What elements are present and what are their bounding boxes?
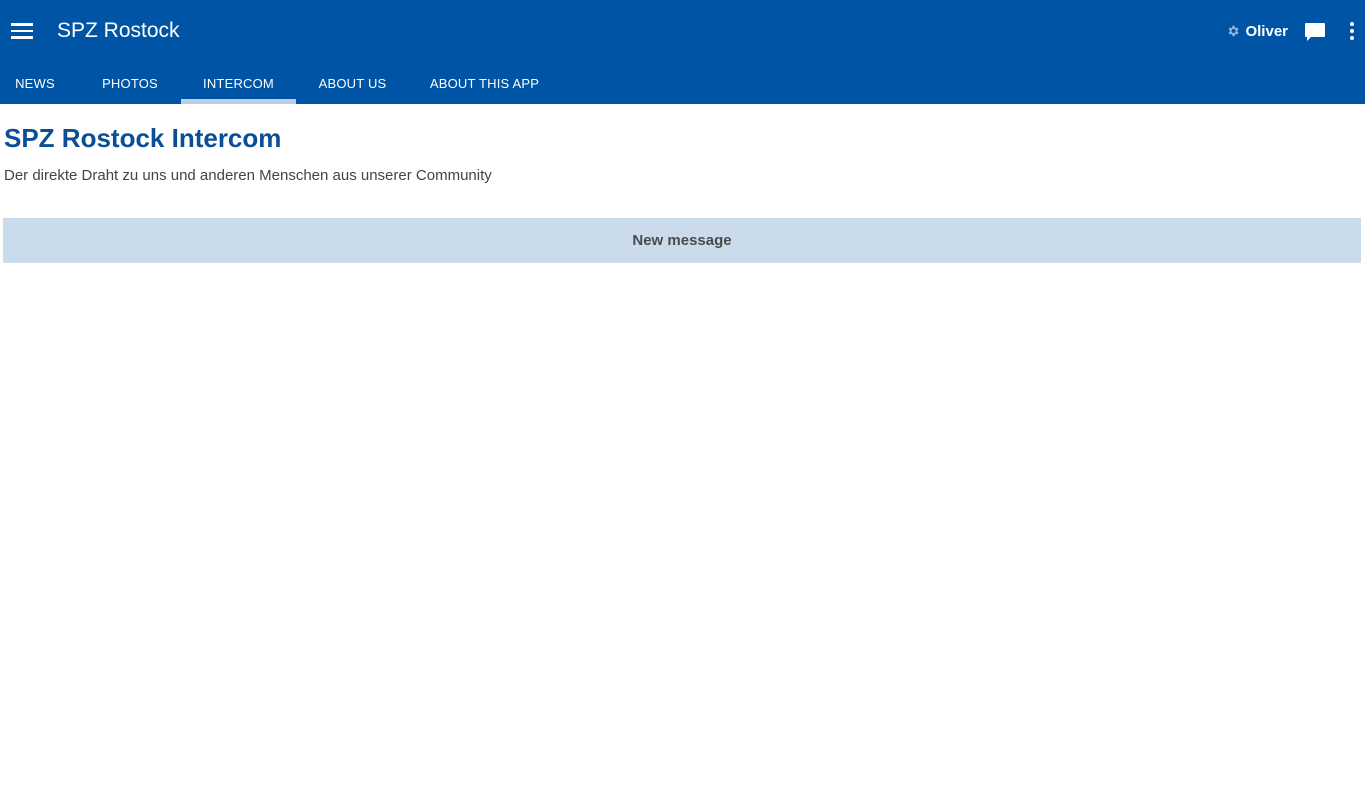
- new-message-button[interactable]: New message: [3, 218, 1361, 263]
- tab-about-us[interactable]: ABOUT US: [305, 62, 400, 104]
- app-title: SPZ Rostock: [57, 19, 180, 42]
- chat-bubble-icon[interactable]: [1303, 20, 1327, 44]
- tab-bar: NEWS PHOTOS INTERCOM ABOUT US ABOUT THIS…: [0, 62, 1365, 104]
- user-account-button[interactable]: Oliver: [1226, 20, 1288, 42]
- app-bar: SPZ Rostock Oliver NEWS PHOTOS INTERCOM …: [0, 0, 1365, 104]
- page-subtitle: Der direkte Draht zu uns und anderen Men…: [4, 167, 492, 184]
- gear-icon: [1229, 25, 1240, 37]
- user-name: Oliver: [1245, 22, 1288, 40]
- tab-news[interactable]: NEWS: [0, 62, 70, 104]
- more-vert-icon[interactable]: [1345, 18, 1359, 44]
- toolbar: SPZ Rostock Oliver: [0, 0, 1365, 62]
- tab-photos[interactable]: PHOTOS: [90, 62, 170, 104]
- tab-about-this-app[interactable]: ABOUT THIS APP: [417, 62, 552, 104]
- hamburger-menu-icon[interactable]: [7, 17, 37, 45]
- tab-intercom[interactable]: INTERCOM: [181, 62, 296, 104]
- page-title: SPZ Rostock Intercom: [4, 123, 282, 153]
